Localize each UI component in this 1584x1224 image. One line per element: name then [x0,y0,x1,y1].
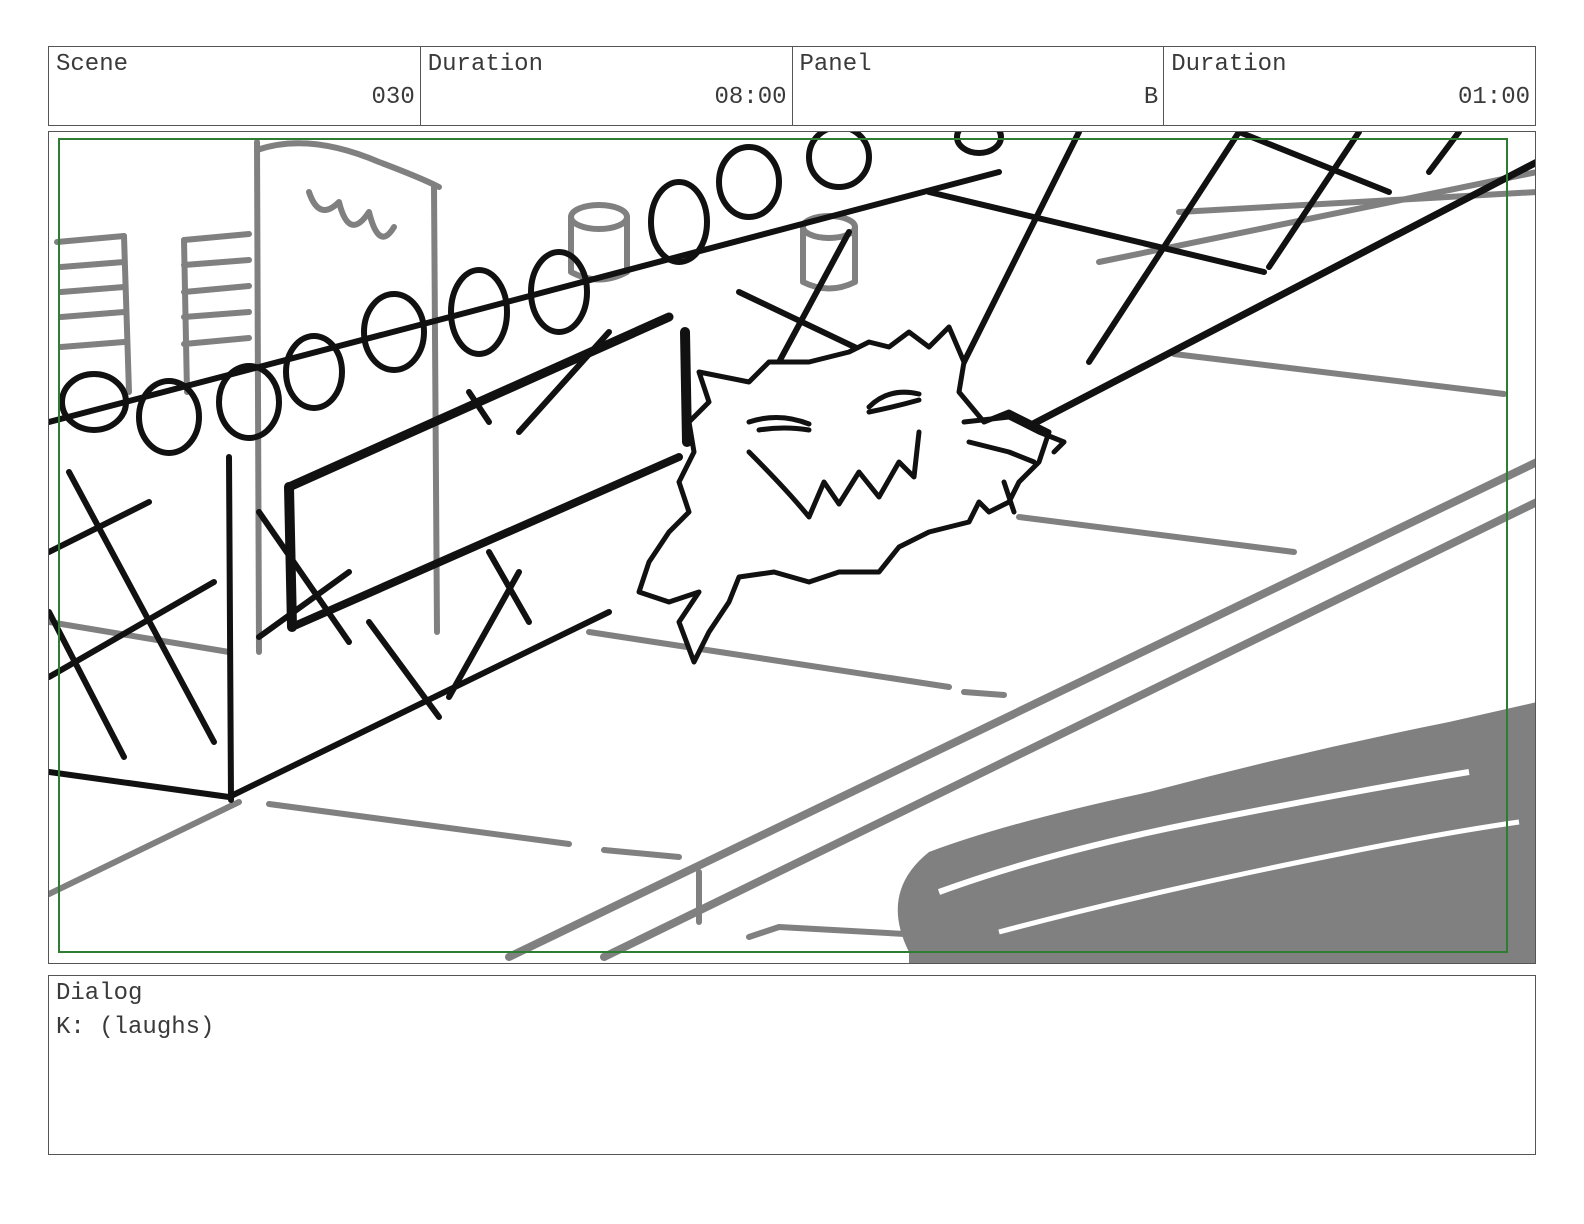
panel-duration-label: Duration [1171,51,1287,78]
panel-cell: Panel B [793,47,1165,125]
scene-cell: Scene 030 [49,47,421,125]
scene-duration-cell: Duration 08:00 [421,47,793,125]
panel-duration-value: 01:00 [1457,84,1530,111]
scene-value: 030 [371,84,415,111]
storyboard-sketch [49,132,1535,963]
dialog-label: Dialog [56,980,143,1007]
scene-label: Scene [56,51,129,78]
dialog-box: Dialog K: (laughs) [48,975,1536,1155]
panel-duration-cell: Duration 01:00 [1164,47,1535,125]
panel-label: Panel [799,51,872,78]
dialog-text: K: (laughs) [56,1014,215,1041]
monster-creature [636,324,1067,665]
scene-duration-label: Duration [427,51,543,78]
scene-duration-value: 08:00 [714,84,787,111]
panel-value: B [1143,84,1159,111]
header-table: Scene 030 Duration 08:00 Panel B Duratio… [48,46,1536,126]
storyboard-panel [48,131,1536,964]
